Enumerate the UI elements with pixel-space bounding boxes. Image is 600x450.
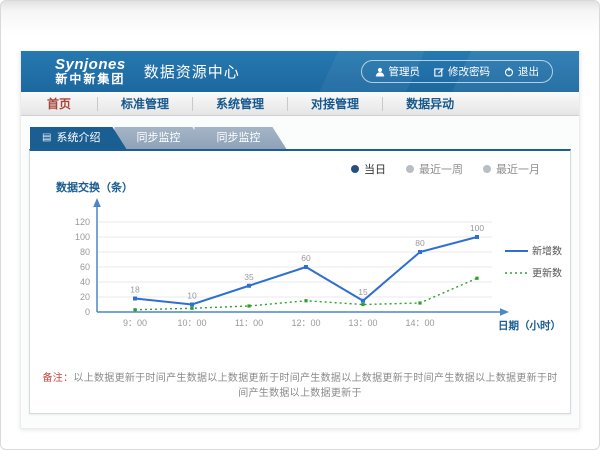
radio-icon	[483, 165, 491, 173]
power-icon	[504, 67, 514, 77]
radio-icon	[351, 165, 359, 173]
radio-label: 最近一周	[419, 161, 463, 177]
brand-logo: Synjones 新中新集团	[55, 57, 126, 85]
app-header: Synjones 新中新集团 数据资源中心 管理员 修改密码	[21, 51, 579, 92]
svg-text:11：00: 11：00	[235, 318, 263, 328]
tab-sync-monitor-1[interactable]: 同步监控	[114, 127, 206, 149]
svg-text:更新数据: 更新数据	[532, 267, 562, 280]
radio-label: 当日	[364, 161, 386, 177]
nav-item-system-mgmt[interactable]: 系统管理	[193, 97, 288, 111]
page-title: 数据资源中心	[144, 61, 240, 82]
svg-text:60: 60	[301, 253, 311, 263]
svg-text:12：00: 12：00	[291, 318, 320, 328]
radio-label: 最近一月	[496, 161, 540, 177]
nav-item-data-change[interactable]: 数据异动	[383, 97, 477, 111]
svg-text:10: 10	[187, 291, 197, 301]
svg-text:20: 20	[80, 292, 90, 302]
svg-text:120: 120	[75, 217, 90, 227]
chart-panel: 当日 最近一周 最近一月 0 20 40 60 80 100 120 9：00 10：00 11：…	[29, 149, 571, 414]
nav-item-interface-mgmt[interactable]: 对接管理	[288, 97, 383, 111]
brand-logo-en: Synjones	[55, 57, 126, 73]
user-label: 管理员	[389, 64, 421, 79]
footnote: 备注：以上数据更新于时间产生数据以上数据更新于时间产生数据以上数据更新于时间产生…	[30, 359, 570, 413]
radio-icon	[406, 165, 414, 173]
user-account[interactable]: 管理员	[375, 64, 421, 79]
logout-button[interactable]: 退出	[504, 64, 539, 79]
time-range-filter: 当日 最近一周 最近一月	[30, 151, 570, 177]
svg-text:新增数据: 新增数据	[532, 245, 562, 258]
content-area: ▤ 系统介绍 同步监控 同步监控 当日	[21, 116, 579, 414]
change-password-label: 修改密码	[448, 64, 490, 79]
svg-text:13：00: 13：00	[348, 318, 377, 328]
nav-item-home[interactable]: 首页	[21, 97, 98, 111]
nav-item-standard-mgmt[interactable]: 标准管理	[98, 97, 193, 111]
svg-text:18: 18	[130, 285, 140, 295]
svg-text:35: 35	[244, 272, 254, 282]
tab-label: 同步监控	[216, 127, 260, 149]
svg-text:14：00: 14：00	[405, 318, 434, 328]
svg-text:15: 15	[358, 287, 368, 297]
tab-bar: ▤ 系统介绍 同步监控 同步监控	[30, 127, 571, 149]
radio-today[interactable]: 当日	[351, 161, 386, 177]
change-password-button[interactable]: 修改密码	[434, 64, 490, 79]
svg-text:40: 40	[80, 277, 90, 287]
svg-text:80: 80	[415, 238, 425, 248]
app-window: Synjones 新中新集团 数据资源中心 管理员 修改密码	[20, 51, 580, 429]
svg-text:80: 80	[80, 247, 90, 257]
svg-text:10：00: 10：00	[177, 318, 206, 328]
main-nav: 首页 标准管理 系统管理 对接管理 数据异动	[21, 92, 579, 116]
logout-label: 退出	[518, 64, 539, 79]
svg-text:日期（小时）: 日期（小时）	[498, 319, 561, 332]
tab-label: 系统介绍	[56, 127, 100, 149]
svg-text:0: 0	[85, 307, 90, 317]
svg-text:9：00: 9：00	[123, 318, 147, 328]
footnote-text: 以上数据更新于时间产生数据以上数据更新于时间产生数据以上数据更新于时间产生数据以…	[73, 373, 557, 399]
footnote-label: 备注：	[42, 373, 73, 384]
tab-label: 同步监控	[136, 127, 180, 149]
document-icon: ▤	[42, 133, 51, 143]
brand-logo-cn: 新中新集团	[55, 73, 126, 86]
page-frame: Synjones 新中新集团 数据资源中心 管理员 修改密码	[0, 0, 600, 450]
user-menu: 管理员 修改密码 退出	[361, 60, 554, 83]
svg-text:100: 100	[75, 232, 90, 242]
radio-last-month[interactable]: 最近一月	[483, 161, 540, 177]
tab-system-intro[interactable]: ▤ 系统介绍	[30, 127, 126, 149]
chart-svg: 0 20 40 60 80 100 120 9：00 10：00 11：00 12：00 13：00 1…	[42, 179, 562, 354]
user-icon	[375, 67, 385, 77]
tab-sync-monitor-2[interactable]: 同步监控	[194, 127, 286, 149]
svg-text:60: 60	[80, 262, 90, 272]
line-chart: 0 20 40 60 80 100 120 9：00 10：00 11：00 12：00 13：00 1…	[30, 177, 570, 359]
edit-icon	[434, 67, 444, 77]
radio-last-week[interactable]: 最近一周	[406, 161, 463, 177]
svg-text:100: 100	[470, 223, 484, 233]
svg-text:数据交换（条）: 数据交换（条）	[56, 180, 133, 194]
